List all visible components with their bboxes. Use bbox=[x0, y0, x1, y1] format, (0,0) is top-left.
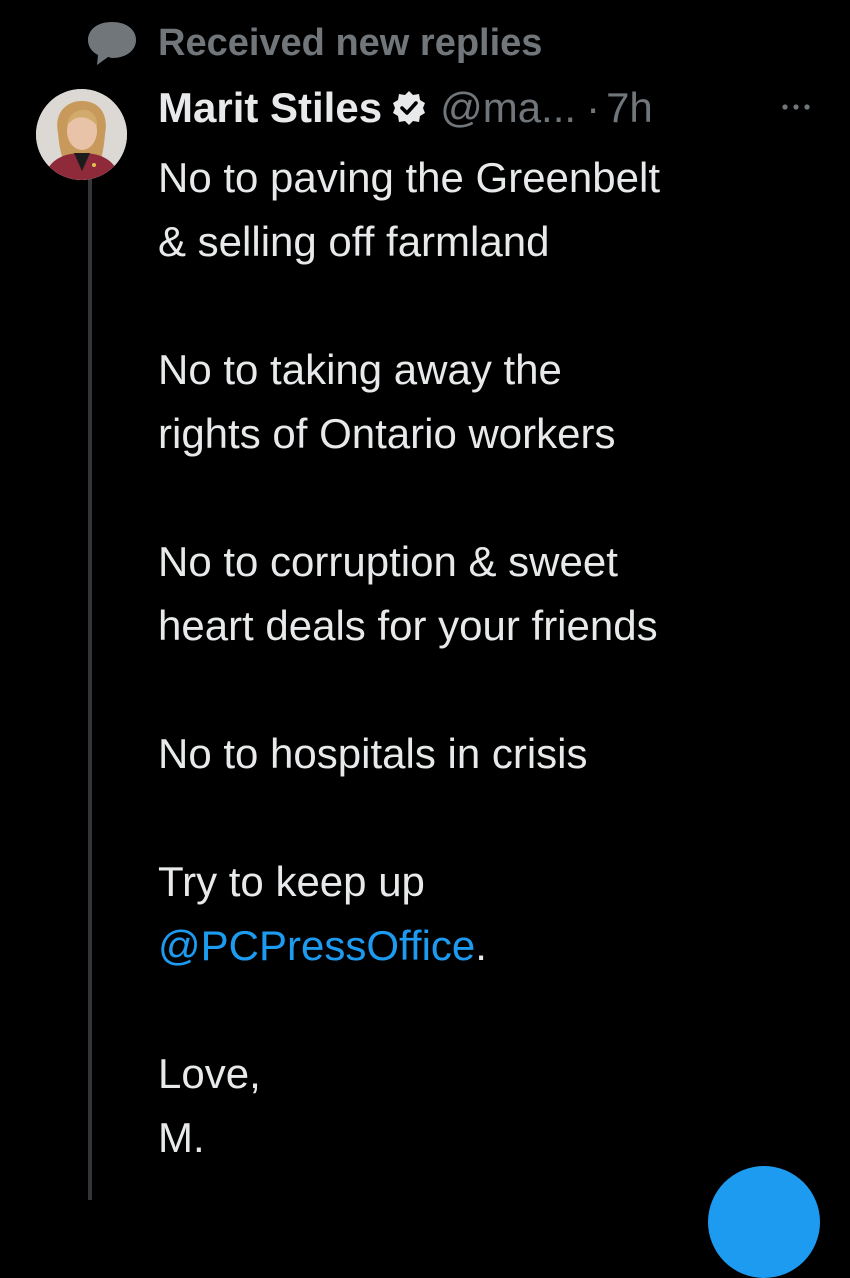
speech-bubble-icon bbox=[84, 18, 140, 68]
verified-badge-icon bbox=[390, 89, 428, 127]
context-header: Received new replies bbox=[84, 18, 542, 68]
separator-dot: · bbox=[586, 84, 601, 131]
timestamp[interactable]: 7h bbox=[606, 84, 653, 132]
mention-suffix: . bbox=[475, 922, 487, 969]
author-name[interactable]: Marit Stiles bbox=[158, 84, 382, 132]
thread-line bbox=[88, 178, 92, 1200]
tweet-line: No to corruption & sweet bbox=[158, 538, 618, 585]
tweet-line: heart deals for your friends bbox=[158, 602, 658, 649]
context-label: Received new replies bbox=[158, 21, 543, 64]
signoff-line: Love, bbox=[158, 1050, 261, 1097]
tweet-line: Try to keep up bbox=[158, 858, 425, 905]
mention-line: @PCPressOffice. bbox=[158, 914, 838, 978]
tweet-line: No to hospitals in crisis bbox=[158, 730, 588, 777]
author-handle[interactable]: @ma... bbox=[440, 84, 576, 132]
tweet-line: & selling off farmland bbox=[158, 218, 550, 265]
signoff-line: M. bbox=[158, 1114, 205, 1161]
tweet-line: No to paving the Greenbelt bbox=[158, 154, 660, 201]
tweet-line: rights of Ontario workers bbox=[158, 410, 616, 457]
mention-link[interactable]: @PCPressOffice bbox=[158, 922, 475, 969]
tweet-text: No to paving the Greenbelt & selling off… bbox=[158, 146, 838, 1170]
compose-button[interactable] bbox=[708, 1166, 820, 1278]
tweet-header: Marit Stiles @ma... · 7h bbox=[158, 80, 653, 136]
tweet-line: No to taking away the bbox=[158, 346, 562, 393]
more-options-icon[interactable] bbox=[776, 92, 816, 122]
avatar[interactable] bbox=[36, 89, 127, 180]
